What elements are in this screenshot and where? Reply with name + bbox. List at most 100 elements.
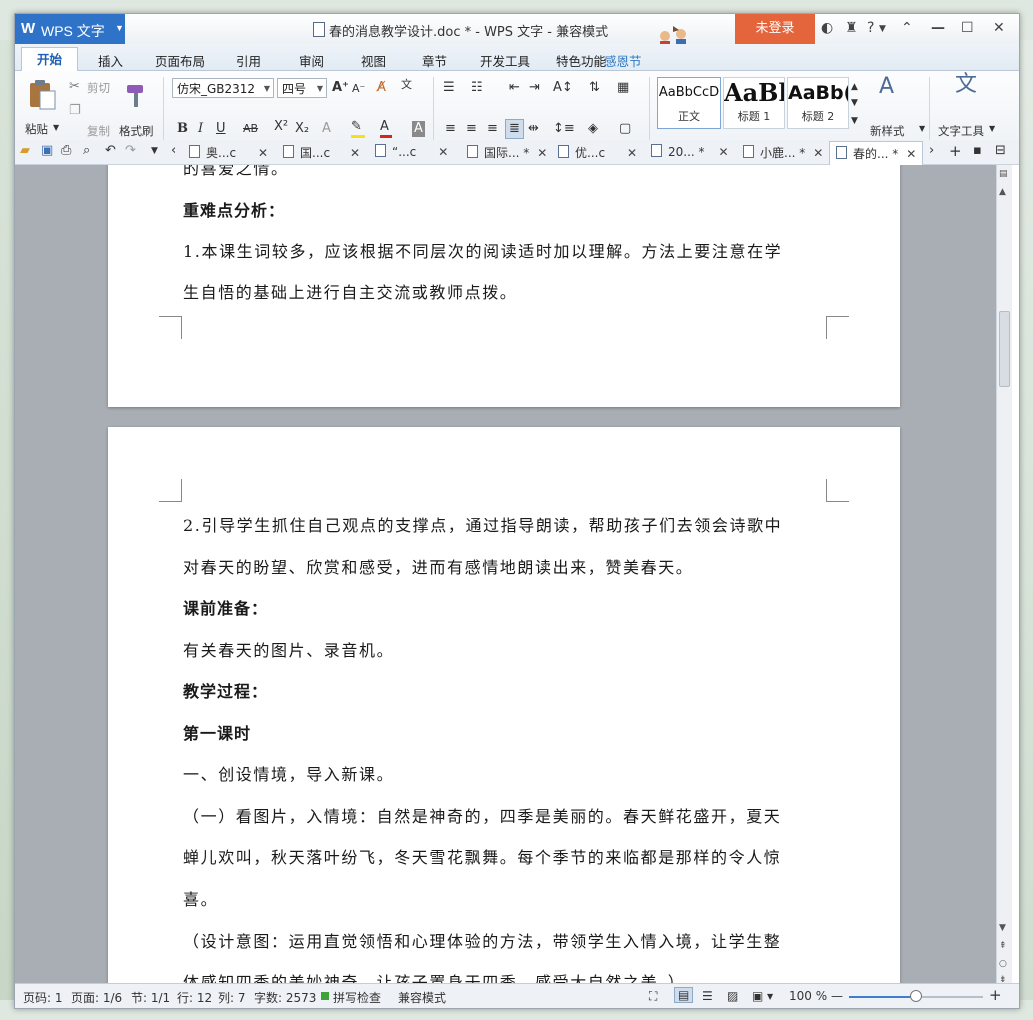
font-size-select[interactable]: 四号 ▼ bbox=[277, 78, 327, 98]
full-screen-icon[interactable]: ⛶ bbox=[649, 989, 657, 1004]
prev-page-icon[interactable]: ⇞ bbox=[999, 941, 1007, 951]
help-icon[interactable]: ? bbox=[867, 20, 874, 36]
bold-icon[interactable]: B bbox=[177, 121, 188, 137]
numbering-icon[interactable]: ☷ bbox=[471, 80, 483, 96]
tab-page-layout[interactable]: 页面布局 bbox=[155, 51, 205, 70]
page-view-icon[interactable]: ▤ bbox=[674, 987, 694, 1003]
borders-icon[interactable]: ▢ bbox=[619, 121, 631, 137]
select-browse-object-icon[interactable]: ○ bbox=[999, 959, 1007, 969]
distribute-icon[interactable]: ⇹ bbox=[528, 121, 539, 137]
show-marks-icon[interactable]: ▦ bbox=[617, 80, 629, 96]
text-tools-chevron-icon[interactable]: ▼ bbox=[989, 124, 995, 133]
format-painter-icon[interactable] bbox=[123, 81, 149, 111]
tab-home[interactable]: 开始 bbox=[21, 47, 79, 72]
quick-access-chevron-icon[interactable]: ▼ bbox=[151, 143, 158, 159]
tab-options-icon[interactable]: ⊟ bbox=[995, 143, 1006, 159]
copy-button[interactable]: 复制 bbox=[87, 123, 110, 139]
doc-tab[interactable]: 优...c ✕ bbox=[558, 144, 637, 161]
text-tools-button[interactable]: 文字工具 bbox=[938, 123, 984, 139]
zoom-out-icon[interactable]: — bbox=[831, 989, 843, 1003]
align-right-icon[interactable]: ≡ bbox=[487, 121, 498, 137]
web-view-icon[interactable]: ▨ bbox=[727, 989, 738, 1003]
login-button[interactable]: 未登录 bbox=[735, 14, 815, 44]
tab-thanksgiving[interactable]: 感恩节 bbox=[604, 51, 642, 70]
justify-icon[interactable]: ≣ bbox=[505, 119, 524, 139]
maximize-icon[interactable]: ☐ bbox=[961, 20, 974, 36]
print-preview-icon[interactable]: ⌕ bbox=[83, 143, 90, 159]
tab-review[interactable]: 审阅 bbox=[299, 51, 324, 70]
paste-button[interactable]: 粘贴 bbox=[25, 121, 48, 137]
new-tab-icon[interactable]: + bbox=[949, 143, 962, 159]
doc-tab[interactable]: 奥...c ✕ bbox=[189, 144, 268, 161]
font-color-icon[interactable]: A bbox=[380, 119, 392, 138]
scissors-icon[interactable]: ✂ bbox=[69, 79, 80, 95]
undo-icon[interactable]: ↶ bbox=[105, 143, 116, 159]
style-heading-1[interactable]: AaBl 标题 1 bbox=[723, 77, 785, 129]
spellcheck-button[interactable]: 拼写检查 bbox=[333, 989, 381, 1006]
app-menu-button[interactable]: W WPS 文字 ▼ bbox=[15, 14, 125, 44]
format-painter-button[interactable]: 格式刷 bbox=[119, 123, 154, 139]
new-style-icon[interactable]: A bbox=[879, 76, 894, 98]
cut-button[interactable]: 剪切 bbox=[87, 80, 110, 96]
style-normal[interactable]: AaBbCcD 正文 bbox=[657, 77, 721, 129]
clear-format-icon[interactable]: A̸ bbox=[377, 80, 386, 96]
minimize-icon[interactable]: — bbox=[931, 20, 945, 36]
save-icon[interactable]: ▣ bbox=[41, 143, 53, 159]
align-center-icon[interactable]: ≡ bbox=[466, 121, 477, 137]
reading-view-icon[interactable]: ▣ bbox=[752, 989, 763, 1003]
print-icon[interactable]: ⎙ bbox=[61, 143, 71, 159]
char-scaling-icon[interactable]: A↕ bbox=[553, 80, 573, 96]
paragraph-shading-icon[interactable]: ◈ bbox=[588, 121, 598, 137]
help-chevron-icon[interactable]: ▼ bbox=[879, 24, 886, 34]
doc-tab[interactable]: “...c ✕ bbox=[375, 144, 448, 159]
shrink-font-icon[interactable]: A⁻ bbox=[352, 81, 365, 97]
tab-chapter[interactable]: 章节 bbox=[422, 51, 447, 70]
zoom-slider-knob[interactable] bbox=[910, 990, 922, 1002]
scroll-down-icon[interactable]: ▼ bbox=[999, 923, 1006, 933]
styles-more-icon[interactable]: ▼ bbox=[851, 113, 858, 129]
italic-icon[interactable]: I bbox=[198, 121, 203, 137]
scroll-thumb[interactable] bbox=[999, 311, 1010, 387]
tab-developer[interactable]: 开发工具 bbox=[480, 51, 530, 70]
doc-tab[interactable]: 20... * ✕ bbox=[651, 144, 729, 159]
align-left-icon[interactable]: ≡ bbox=[445, 121, 456, 137]
tabs-left-icon[interactable]: ‹ bbox=[171, 143, 176, 159]
split-view-icon[interactable]: ▤ bbox=[999, 169, 1008, 179]
tab-view[interactable]: 视图 bbox=[361, 51, 386, 70]
doc-tab[interactable]: 小鹿... * ✕ bbox=[743, 144, 823, 161]
collapse-ribbon-icon[interactable]: ⌃ bbox=[901, 20, 913, 36]
copy-icon[interactable]: ❐ bbox=[69, 103, 81, 119]
increase-indent-icon[interactable]: ⇥ bbox=[529, 80, 540, 96]
redo-icon[interactable]: ↷ bbox=[125, 143, 136, 159]
paste-chevron-icon[interactable]: ▼ bbox=[53, 123, 59, 132]
char-shading-icon[interactable]: A bbox=[412, 121, 425, 137]
font-name-select[interactable]: 仿宋_GB2312 ▼ bbox=[172, 78, 274, 98]
vertical-scrollbar[interactable]: ▤ ▲ ▼ ⇞ ○ ⇟ bbox=[996, 165, 1012, 985]
highlight-color-icon[interactable]: ✎ bbox=[351, 119, 365, 138]
bullets-icon[interactable]: ☰ bbox=[443, 80, 455, 96]
grow-font-icon[interactable]: A⁺ bbox=[332, 80, 349, 96]
open-folder-icon[interactable]: ▰ bbox=[20, 143, 30, 159]
phonetic-guide-icon[interactable]: 文 bbox=[401, 77, 412, 93]
shirt-icon[interactable]: ♜ bbox=[845, 20, 858, 36]
tab-references[interactable]: 引用 bbox=[236, 51, 261, 70]
outline-view-icon[interactable]: ☰ bbox=[702, 989, 713, 1003]
strikethrough-icon[interactable]: AB bbox=[243, 121, 258, 137]
doc-tab[interactable]: 国...c ✕ bbox=[283, 144, 360, 161]
tab-special-features[interactable]: 特色功能 bbox=[556, 51, 606, 70]
tab-insert[interactable]: 插入 bbox=[98, 51, 123, 70]
view-chevron-icon[interactable]: ▼ bbox=[767, 992, 773, 1001]
line-spacing-icon[interactable]: ↕≡ bbox=[553, 121, 575, 137]
tab-menu-icon[interactable]: ▪ bbox=[973, 143, 982, 159]
text-tools-icon[interactable]: 文 bbox=[955, 74, 977, 96]
tabs-right-icon[interactable]: › bbox=[929, 143, 934, 159]
styles-scroll-down-icon[interactable]: ▼ bbox=[851, 95, 858, 111]
paste-icon[interactable] bbox=[27, 79, 57, 111]
scroll-up-icon[interactable]: ▲ bbox=[999, 187, 1006, 197]
styles-scroll-up-icon[interactable]: ▲ bbox=[851, 79, 858, 95]
subscript-icon[interactable]: X₂ bbox=[295, 121, 309, 137]
skin-icon[interactable]: ◐ bbox=[821, 20, 833, 36]
underline-icon[interactable]: U bbox=[216, 121, 226, 137]
sort-icon[interactable]: ⇅ bbox=[589, 80, 600, 96]
new-style-chevron-icon[interactable]: ▼ bbox=[919, 124, 925, 133]
